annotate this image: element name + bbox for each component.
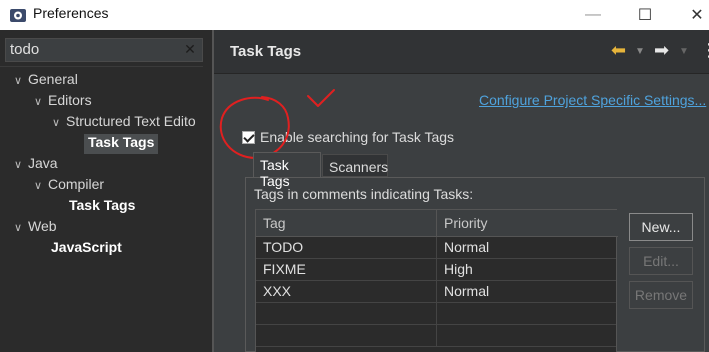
- table-row[interactable]: FIXME High: [256, 259, 616, 281]
- tree-item-compiler-task-tags[interactable]: Task Tags: [69, 197, 135, 217]
- title-bar: Preferences — ☐ ✕: [0, 0, 709, 30]
- chevron-down-icon[interactable]: ∨: [14, 221, 28, 234]
- cell-tag: [256, 325, 437, 347]
- preferences-icon: [10, 9, 26, 22]
- cell-tag: XXX: [256, 281, 437, 303]
- filter-text: todo: [10, 41, 40, 58]
- page-header: Task Tags ⬅ ▼ ➡ ▼ ⋮: [214, 30, 709, 74]
- chevron-down-icon[interactable]: ∨: [14, 158, 28, 171]
- chevron-down-icon[interactable]: ∨: [34, 179, 48, 192]
- preference-tree: ∨ General ∨ Editors ∨ Structured Text Edito…: [0, 66, 214, 352]
- cell-tag: [256, 303, 437, 325]
- tree-item-java[interactable]: ∨ Java: [14, 155, 58, 175]
- table-row[interactable]: TODO Normal: [256, 237, 616, 259]
- tree-item-javascript[interactable]: JavaScript: [51, 239, 122, 259]
- tree-item-general[interactable]: ∨ General: [14, 71, 78, 91]
- remove-button[interactable]: Remove: [629, 281, 693, 309]
- window-title: Preferences: [33, 5, 109, 21]
- chevron-down-icon[interactable]: ∨: [34, 95, 48, 108]
- cell-priority: Normal: [444, 283, 490, 299]
- task-tags-table[interactable]: Tag Priority TODO Normal FIXME High XXX …: [255, 209, 618, 352]
- tree-item-structured-text-editors[interactable]: ∨ Structured Text Edito: [52, 113, 196, 133]
- maximize-button[interactable]: ☐: [622, 0, 668, 30]
- configure-project-settings-link[interactable]: Configure Project Specific Settings...: [479, 92, 706, 108]
- table-row[interactable]: XXX Normal: [256, 281, 616, 303]
- chevron-down-icon[interactable]: ∨: [14, 74, 28, 87]
- chevron-down-icon[interactable]: ∨: [52, 116, 66, 129]
- table-row[interactable]: [256, 303, 616, 325]
- table-row[interactable]: [256, 325, 616, 347]
- edit-button[interactable]: Edit...: [629, 247, 693, 275]
- close-button[interactable]: ✕: [674, 0, 709, 30]
- view-menu-icon[interactable]: ⋮: [700, 40, 709, 61]
- column-header-tag[interactable]: Tag: [256, 210, 437, 237]
- page-title: Task Tags: [230, 43, 302, 60]
- tree-item-task-tags-selected[interactable]: Task Tags: [84, 134, 159, 154]
- clear-icon[interactable]: ✕: [183, 42, 197, 56]
- cell-priority: High: [444, 261, 473, 277]
- cell-priority: Normal: [444, 239, 490, 255]
- back-dropdown-icon[interactable]: ▼: [635, 46, 645, 57]
- enable-task-tags-checkbox[interactable]: [242, 130, 255, 144]
- task-tags-tab-content: Tags in comments indicating Tasks: Tag P…: [245, 177, 705, 352]
- forward-dropdown-icon[interactable]: ▼: [679, 46, 689, 57]
- enable-task-tags-row[interactable]: Enable searching for Task Tags: [242, 127, 454, 147]
- new-button[interactable]: New...: [629, 213, 693, 241]
- cell-tag: FIXME: [256, 259, 437, 281]
- cell-priority: [437, 303, 616, 325]
- tree-item-web[interactable]: ∨ Web: [14, 218, 57, 238]
- cell-tag: TODO: [256, 237, 437, 259]
- forward-arrow-icon[interactable]: ➡: [654, 40, 669, 61]
- tree-item-compiler[interactable]: ∨ Compiler: [34, 176, 104, 196]
- column-header-priority[interactable]: Priority: [437, 210, 618, 237]
- enable-task-tags-label: Enable searching for Task Tags: [260, 129, 455, 145]
- preferences-tree-panel: todo ✕ ∨ General ∨ Editors ∨ Structured Tex…: [0, 30, 214, 352]
- cell-priority: [437, 325, 616, 347]
- panel-splitter[interactable]: [203, 30, 214, 352]
- tab-scanners[interactable]: Scanners: [322, 154, 388, 177]
- back-arrow-icon[interactable]: ⬅: [611, 40, 626, 61]
- tree-item-editors[interactable]: ∨ Editors: [34, 92, 92, 112]
- preference-page: Task Tags ⬅ ▼ ➡ ▼ ⋮ Configure Project Sp…: [214, 30, 709, 352]
- minimize-button[interactable]: —: [570, 0, 616, 30]
- tab-task-tags[interactable]: Task Tags: [253, 152, 321, 189]
- filter-input[interactable]: todo ✕: [5, 38, 203, 62]
